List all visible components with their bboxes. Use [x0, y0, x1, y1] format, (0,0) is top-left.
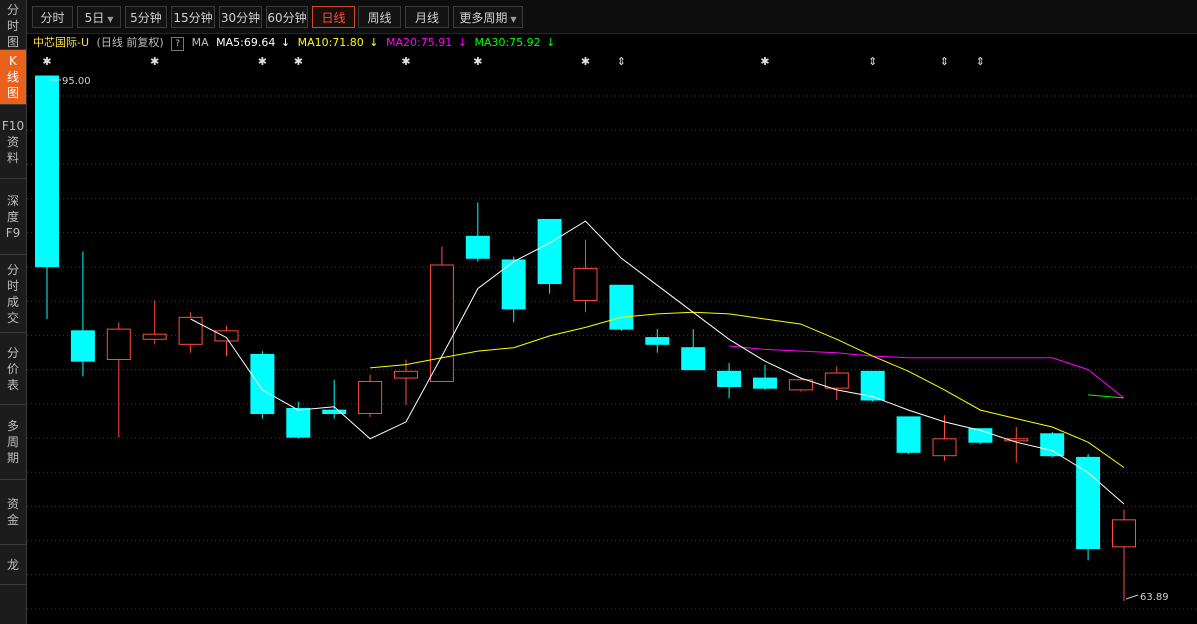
ma5-arrow-icon: ↓ — [280, 36, 291, 49]
event-marker-icon: ✱ — [258, 55, 267, 68]
candle-body — [142, 333, 167, 340]
event-marker-icon: ⇕ — [617, 55, 626, 68]
period-button-label: 日线 — [321, 11, 346, 25]
candle-body — [214, 330, 239, 342]
candle-body — [250, 353, 275, 415]
candle-body — [1076, 456, 1101, 550]
period-button-1[interactable]: 5日 ▼ — [77, 6, 121, 28]
candle-body — [465, 235, 490, 259]
period-button-label: 5分钟 — [130, 11, 162, 25]
period-button-label: 15分钟 — [173, 11, 213, 25]
caret-down-icon: ▼ — [107, 15, 114, 24]
candle-body — [286, 407, 311, 438]
candle-body — [35, 75, 59, 268]
sidebar-item-6[interactable]: 多 周 期 — [0, 405, 26, 480]
event-marker-icon: ✱ — [760, 55, 769, 68]
ma30-line — [1088, 394, 1125, 399]
event-marker-icon: ⇕ — [940, 55, 949, 68]
candle-body — [717, 370, 742, 388]
candle-body — [322, 409, 347, 415]
event-marker-icon: ✱ — [150, 55, 159, 68]
candle-body — [70, 330, 95, 362]
sidebar-item-2[interactable]: F10 资 料 — [0, 105, 26, 179]
period-button-label: 60分钟 — [267, 11, 307, 25]
candle-body — [824, 372, 849, 389]
sidebar-item-5[interactable]: 分 价 表 — [0, 333, 26, 405]
candle-body — [1112, 519, 1136, 548]
candle-body — [896, 416, 921, 453]
event-marker-icon: ⇕ — [976, 55, 985, 68]
ma-label[interactable]: MA — [192, 36, 209, 49]
period-button-label: 周线 — [367, 11, 392, 25]
event-marker-icon: ✱ — [581, 55, 590, 68]
period-button-label: 5日 — [84, 11, 105, 25]
event-marker-icon: ✱ — [42, 55, 51, 68]
candle-body — [429, 264, 454, 382]
sidebar-item-7[interactable]: 资 金 — [0, 480, 26, 545]
event-marker-icon: ✱ — [401, 55, 410, 68]
event-marker-icon: ✱ — [473, 55, 482, 68]
period-button-9[interactable]: 更多周期 ▼ — [453, 6, 523, 28]
period-toolbar: 分时 5日 ▼ 5分钟 15分钟 30分钟 60分钟 日线 周线 月线 更多周期 ▼ — [27, 0, 1197, 34]
help-icon[interactable]: ? — [171, 37, 185, 51]
candlestick-chart[interactable]: ✱ ✱ ✱ ✱ ✱ ✱ ✱ ⇕ ✱ ⇕ ⇕ ⇕ 95.00 63.89 — [27, 52, 1197, 624]
low-price-label: 63.89 — [1140, 592, 1169, 603]
sidebar-item-1[interactable]: K 线 图 — [0, 50, 26, 105]
candle-body — [645, 337, 670, 345]
candle-body — [537, 218, 562, 285]
sidebar-item-8[interactable]: 龙 — [0, 545, 26, 585]
ma30-arrow-icon: ↓ — [546, 36, 556, 49]
period-button-8[interactable]: 月线 — [405, 6, 449, 28]
ma20-arrow-icon: ↓ — [457, 36, 467, 49]
low-pointer — [1125, 594, 1139, 600]
candle-body — [932, 438, 957, 457]
event-marker-icon: ✱ — [294, 55, 303, 68]
candle-body — [788, 379, 813, 391]
chart-info-line: 中芯国际-U (日线 前复权) ? MA MA5:69.64 ↓ MA10:71… — [33, 35, 559, 51]
period-button-label: 更多周期 — [459, 11, 508, 25]
period-button-label: 分时 — [40, 11, 65, 25]
ma20-value: MA20:75.91 — [386, 36, 453, 49]
candle-body — [358, 380, 383, 415]
candle-body — [860, 370, 885, 401]
ma10-value: MA10:71.80 — [297, 36, 364, 49]
sidebar: 分 时 图K 线 图 F10 资 料深 度 F9 分 时 成 交分 价 表多 周 期… — [0, 0, 27, 624]
candle-body — [178, 316, 203, 345]
high-price-label: 95.00 — [62, 76, 91, 87]
period-button-6[interactable]: 日线 — [312, 6, 355, 28]
period-button-7[interactable]: 周线 — [358, 6, 401, 28]
caret-down-icon: ▼ — [510, 15, 517, 24]
candle-body — [573, 267, 598, 301]
period-button-5[interactable]: 60分钟 — [266, 6, 308, 28]
ma5-line — [190, 220, 1125, 505]
sidebar-item-3[interactable]: 深 度 F9 — [0, 179, 26, 255]
period-description: (日线 前复权) — [96, 36, 164, 49]
period-button-label: 月线 — [414, 11, 439, 25]
candle-body — [681, 347, 706, 371]
period-button-0[interactable]: 分时 — [32, 6, 73, 28]
candle-body — [753, 377, 777, 389]
period-button-3[interactable]: 15分钟 — [171, 6, 215, 28]
event-marker-icon: ⇕ — [868, 55, 877, 68]
sidebar-item-0[interactable]: 分 时 图 — [0, 3, 26, 50]
period-button-4[interactable]: 30分钟 — [219, 6, 262, 28]
sidebar-item-4[interactable]: 分 时 成 交 — [0, 255, 26, 333]
ma5-value: MA5:69.64 — [216, 36, 276, 49]
ma30-value: MA30:75.92 — [474, 36, 541, 49]
candle-body — [394, 370, 418, 379]
stock-name[interactable]: 中芯国际-U — [33, 36, 89, 49]
candle-body — [1040, 433, 1065, 457]
candle-body — [106, 328, 131, 361]
ma10-arrow-icon: ↓ — [369, 36, 379, 49]
period-button-2[interactable]: 5分钟 — [125, 6, 167, 28]
candle-body — [609, 284, 634, 330]
period-button-label: 30分钟 — [220, 11, 261, 25]
